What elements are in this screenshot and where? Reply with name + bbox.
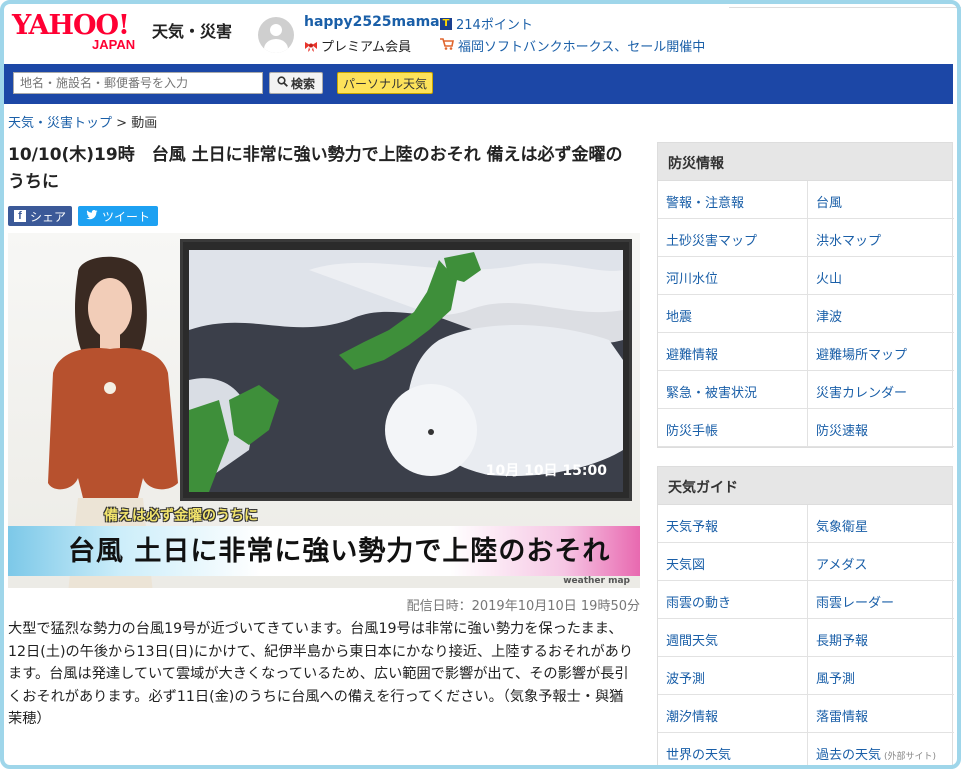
disaster-link-grid: 警報・注意報 台風 土砂災害マップ 洪水マップ 河川水位 火山 地震 津波 避難… (658, 181, 954, 447)
personal-weather-button[interactable]: パーソナル天気 (337, 72, 433, 94)
sidebar-disaster-info: 防災情報 警報・注意報 台風 土砂災害マップ 洪水マップ 河川水位 火山 地震 … (657, 142, 954, 448)
sidebar-item[interactable]: 防災手帳 (658, 409, 808, 447)
facebook-share-button[interactable]: f シェア (8, 206, 73, 226)
logo-sub: JAPAN (92, 37, 136, 52)
sidebar-item[interactable]: 週間天気 (658, 619, 808, 657)
search-button[interactable]: 検索 (269, 72, 323, 94)
article-title: 10/10(木)19時 台風 土日に非常に強い勢力で上陸のおそれ 備えは必ず金曜… (8, 145, 623, 192)
promo-label: 福岡ソフトバンクホークス、セール開催中 (458, 40, 706, 55)
t-point-icon: T (440, 17, 452, 30)
premium-member-link[interactable]: プレミアム会員 (304, 36, 411, 55)
sidebar-item[interactable]: 警報・注意報 (658, 181, 808, 219)
video-player[interactable]: 10月 10日 15:00 備えは必ず金曜のうちに 台風 土日に非常に強い勢力で… (8, 233, 640, 588)
sidebar-item[interactable]: 避難場所マップ (808, 333, 954, 371)
twitter-tweet-button[interactable]: ツイート (78, 206, 159, 226)
breadcrumb: 天気・災害トップ > 動画 (8, 112, 157, 131)
external-site-note: (外部サイト) (884, 752, 937, 762)
sidebar-weather-guide: 天気ガイド 天気予報 気象衛星 天気図 アメダス 雨雲の動き 雨雲レーダー 週間… (657, 466, 954, 769)
sidebar-item[interactable]: 津波 (808, 295, 954, 333)
avatar[interactable] (258, 17, 294, 53)
sidebar-item[interactable]: 災害カレンダー (808, 371, 954, 409)
sidebar-item[interactable]: 風予測 (808, 657, 954, 695)
sidebar-item[interactable]: 潮汐情報 (658, 695, 808, 733)
yahoo-japan-logo[interactable]: YAHOO! JAPAN (12, 12, 150, 56)
site-header: YAHOO! JAPAN 天気・災害 happy2525mama プレミアム会員… (0, 0, 961, 64)
tweet-label: ツイート (102, 209, 151, 224)
points-label: 214ポイント (456, 18, 533, 33)
satellite-image: 10月 10日 15:00 (189, 250, 623, 492)
search-button-label: 検索 (290, 76, 315, 91)
sidebar-item[interactable]: 台風 (808, 181, 954, 219)
sidebar-item[interactable]: 防災速報 (808, 409, 954, 447)
weather-map-logo: weather map (563, 576, 630, 586)
sidebar-item[interactable]: 天気図 (658, 543, 808, 581)
cart-icon (440, 37, 454, 54)
window-edge (729, 0, 961, 8)
weather-link-grid: 天気予報 気象衛星 天気図 アメダス 雨雲の動き 雨雲レーダー 週間天気 長期予… (658, 505, 954, 769)
video-subcaption: 備えは必ず金曜のうちに (104, 508, 258, 524)
facebook-icon: f (14, 210, 26, 222)
sidebar-item[interactable]: 雨雲レーダー (808, 581, 954, 619)
points-link[interactable]: T 214ポイント (440, 14, 533, 33)
sidebar-item[interactable]: アメダス (808, 543, 954, 581)
service-name[interactable]: 天気・災害 (152, 18, 232, 42)
sidebar-item[interactable]: 火山 (808, 257, 954, 295)
section-heading: 防災情報 (658, 143, 952, 181)
article-body: 大型で猛烈な勢力の台風19号が近づいてきています。台風19号は非常に強い勢力を保… (8, 621, 634, 728)
sidebar-item[interactable]: 長期予報 (808, 619, 954, 657)
sidebar-item[interactable]: 波予測 (658, 657, 808, 695)
published-date: 配信日時：2019年10月10日 19時50分 (406, 599, 640, 614)
promo-link[interactable]: 福岡ソフトバンクホークス、セール開催中 (440, 36, 705, 55)
satellite-timestamp: 10月 10日 15:00 (485, 463, 607, 479)
premium-label: プレミアム会員 (321, 40, 412, 55)
search-icon (277, 76, 288, 90)
sidebar-item[interactable]: 土砂災害マップ (658, 219, 808, 257)
sidebar-item[interactable]: 天気予報 (658, 505, 808, 543)
search-input[interactable] (13, 72, 263, 94)
sidebar-item-past-weather[interactable]: 過去の天気 (外部サイト) (808, 733, 954, 769)
sidebar-item[interactable]: 避難情報 (658, 333, 808, 371)
sidebar-item[interactable]: 落雷情報 (808, 695, 954, 733)
sidebar-item[interactable]: 洪水マップ (808, 219, 954, 257)
twitter-icon (86, 209, 98, 223)
tv-monitor: 10月 10日 15:00 (180, 239, 632, 501)
section-heading: 天気ガイド (658, 467, 952, 505)
breadcrumb-home[interactable]: 天気・災害トップ (8, 116, 112, 131)
sidebar-item-label: 過去の天気 (816, 748, 882, 763)
video-caption: 台風 土日に非常に強い勢力で上陸のおそれ (68, 536, 611, 567)
logo-main: YAHOO! (12, 10, 130, 41)
sidebar-item[interactable]: 気象衛星 (808, 505, 954, 543)
breadcrumb-current: 動画 (131, 116, 158, 131)
sidebar-item[interactable]: 河川水位 (658, 257, 808, 295)
ribbon-icon (304, 40, 318, 52)
share-buttons: f シェア ツイート (8, 206, 159, 226)
search-bar: 検索 パーソナル天気 (4, 64, 953, 104)
user-name-link[interactable]: happy2525mama (304, 14, 440, 30)
sidebar-item[interactable]: 世界の天気 (658, 733, 808, 769)
share-label: シェア (30, 209, 67, 224)
breadcrumb-separator: > (116, 116, 128, 131)
sidebar-item[interactable]: 緊急・被害状況 (658, 371, 808, 409)
sidebar-item[interactable]: 雨雲の動き (658, 581, 808, 619)
sidebar-item[interactable]: 地震 (658, 295, 808, 333)
